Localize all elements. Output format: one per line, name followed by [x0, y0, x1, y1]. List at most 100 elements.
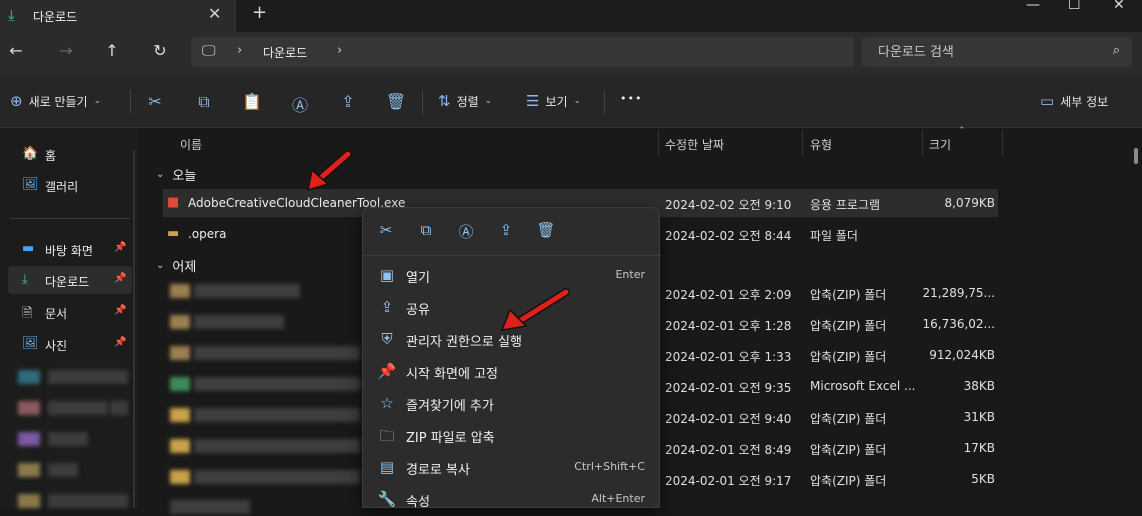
file-type: 압축(ZIP) 폴더 [810, 443, 887, 457]
column-divider[interactable] [658, 130, 659, 156]
breadcrumb-separator-icon[interactable]: › [337, 43, 342, 58]
copy-icon[interactable]: ⧉ [192, 92, 216, 112]
details-button-label: 세부 정보 [1060, 94, 1109, 109]
breadcrumb-separator-icon[interactable]: › [237, 43, 242, 58]
search-box[interactable]: ⌕ [862, 37, 1132, 67]
group-header-today[interactable]: ⌄ 오늘 [156, 165, 196, 184]
sidebar-item-label: 갤러리 [45, 180, 79, 194]
up-button[interactable]: ↑ [100, 41, 124, 60]
sidebar-item-label: 홈 [45, 149, 57, 163]
pin-icon: 📌 [114, 242, 127, 253]
tab-downloads[interactable]: ⤓ 다운로드 ✕ [0, 0, 236, 32]
cut-icon[interactable]: ✂ [143, 92, 167, 111]
column-divider[interactable] [1002, 130, 1003, 156]
vertical-scrollbar[interactable] [1134, 148, 1138, 164]
context-menu-toolbar: ✂ ⧉ Ⓐ ⇪ 🗑 [363, 208, 661, 256]
share-icon[interactable]: ⇪ [494, 221, 518, 239]
blurred-file-name[interactable] [170, 284, 300, 300]
menu-item-properties[interactable]: 🔧 속성 Alt+Enter [367, 483, 655, 515]
blurred-sidebar-item[interactable] [18, 370, 130, 384]
more-options-icon[interactable]: ••• [620, 92, 642, 105]
forward-button[interactable]: → [54, 41, 78, 60]
sort-button[interactable]: ⇅ 정렬 ⌄ [438, 92, 492, 110]
rename-icon[interactable]: Ⓐ [288, 92, 312, 116]
view-icon: ☰ [526, 92, 540, 110]
blurred-file-name[interactable] [170, 346, 360, 362]
new-button-label: 새로 만들기 [28, 94, 88, 109]
copy-icon[interactable]: ⧉ [414, 221, 438, 239]
blurred-sidebar-item[interactable] [18, 463, 130, 477]
star-icon: ☆ [380, 394, 394, 412]
menu-item-copy-as-path[interactable]: ▤ 경로로 복사 Ctrl+Shift+C [367, 451, 655, 483]
maximize-button[interactable]: ☐ [1068, 0, 1081, 13]
refresh-button[interactable]: ↻ [148, 41, 172, 60]
breadcrumb-downloads[interactable]: 다운로드 [263, 44, 307, 61]
column-header-size[interactable]: 크기 [929, 136, 951, 153]
sidebar-item-documents[interactable]: 🗎 문서 📌 [8, 298, 132, 326]
share-icon[interactable]: ⇪ [336, 92, 360, 111]
column-header-type[interactable]: 유형 [810, 136, 832, 153]
column-divider[interactable] [922, 130, 923, 156]
view-button[interactable]: ☰ 보기 ⌄ [526, 92, 581, 110]
details-button[interactable]: ▭ 세부 정보 [1040, 92, 1108, 110]
home-icon: 🏠 [22, 146, 39, 161]
annotation-arrow-icon [307, 150, 352, 192]
sidebar-item-home[interactable]: 🏠 홈 [8, 140, 132, 168]
close-window-button[interactable]: ✕ [1113, 0, 1125, 13]
this-pc-icon[interactable]: 🖵 [202, 43, 216, 59]
group-header-yesterday[interactable]: ⌄ 어제 [156, 256, 196, 275]
column-divider[interactable] [802, 130, 803, 156]
plus-circle-icon: ⊕ [10, 92, 23, 110]
column-header-name[interactable]: 이름 [180, 136, 202, 153]
delete-icon[interactable]: 🗑 [384, 92, 408, 111]
blurred-sidebar-item[interactable] [18, 401, 130, 415]
file-type: 압축(ZIP) 폴더 [810, 412, 887, 426]
sidebar-item-desktop[interactable]: ▬ 바탕 화면 📌 [8, 235, 132, 263]
cut-icon[interactable]: ✂ [374, 221, 398, 239]
menu-item-compress-zip[interactable]: 🗀 ZIP 파일로 압축 [367, 419, 655, 451]
new-button[interactable]: ⊕ 새로 만들기 ⌄ [10, 92, 101, 110]
group-label: 오늘 [172, 169, 197, 184]
sidebar-item-label: 문서 [45, 307, 68, 321]
menu-item-label: 시작 화면에 고정 [406, 367, 498, 382]
chevron-down-icon: ⌄ [573, 96, 582, 106]
menu-item-pin-to-start[interactable]: 📌 시작 화면에 고정 [367, 355, 655, 387]
rename-icon[interactable]: Ⓐ [454, 221, 478, 242]
address-bar[interactable]: 🖵 › 다운로드 › [191, 37, 854, 67]
close-tab-icon[interactable]: ✕ [208, 4, 221, 23]
menu-item-label: 즐겨찾기에 추가 [406, 399, 494, 414]
menu-item-add-to-favorites[interactable]: ☆ 즐겨찾기에 추가 [367, 387, 655, 419]
blurred-file-name[interactable] [170, 408, 360, 424]
blurred-group-header[interactable] [170, 500, 270, 516]
blurred-sidebar-item[interactable] [18, 432, 130, 446]
sidebar-item-gallery[interactable]: 🖼 갤러리 [8, 171, 132, 199]
search-input[interactable] [862, 37, 1132, 67]
blurred-file-name[interactable] [170, 439, 360, 455]
back-button[interactable]: ← [4, 41, 28, 60]
file-name: .opera [188, 227, 227, 241]
delete-icon[interactable]: 🗑 [534, 221, 558, 239]
sidebar-scrollbar[interactable] [133, 150, 135, 508]
share-icon: ⇪ [380, 298, 394, 316]
menu-item-shortcut: Alt+Enter [591, 492, 645, 505]
application-icon: ■ [167, 195, 180, 210]
zip-folder-icon: 🗀 [379, 427, 395, 445]
sort-indicator-icon: ⌃ [958, 126, 966, 136]
blurred-file-name[interactable] [170, 470, 360, 486]
sidebar-item-downloads[interactable]: ⤓ 다운로드 📌 [8, 266, 132, 294]
column-header-date[interactable]: 수정한 날짜 [665, 136, 724, 153]
blurred-sidebar-item[interactable] [18, 494, 130, 508]
menu-item-label: 열기 [406, 271, 430, 286]
blurred-file-name[interactable] [170, 315, 300, 331]
new-tab-button[interactable]: + [252, 2, 267, 23]
paste-icon[interactable]: 📋 [240, 92, 264, 111]
file-size: 38KB [963, 379, 995, 393]
minimize-button[interactable]: — [1026, 0, 1040, 13]
blurred-file-name[interactable] [170, 377, 360, 393]
file-type: 압축(ZIP) 폴더 [810, 319, 887, 333]
menu-item-label: 속성 [406, 495, 430, 510]
menu-item-shortcut: Ctrl+Shift+C [574, 460, 645, 473]
sidebar-item-pictures[interactable]: 🖼 사진 📌 [8, 330, 132, 358]
file-date: 2024-02-02 오전 8:44 [665, 229, 792, 243]
pin-icon: 📌 [114, 337, 127, 348]
